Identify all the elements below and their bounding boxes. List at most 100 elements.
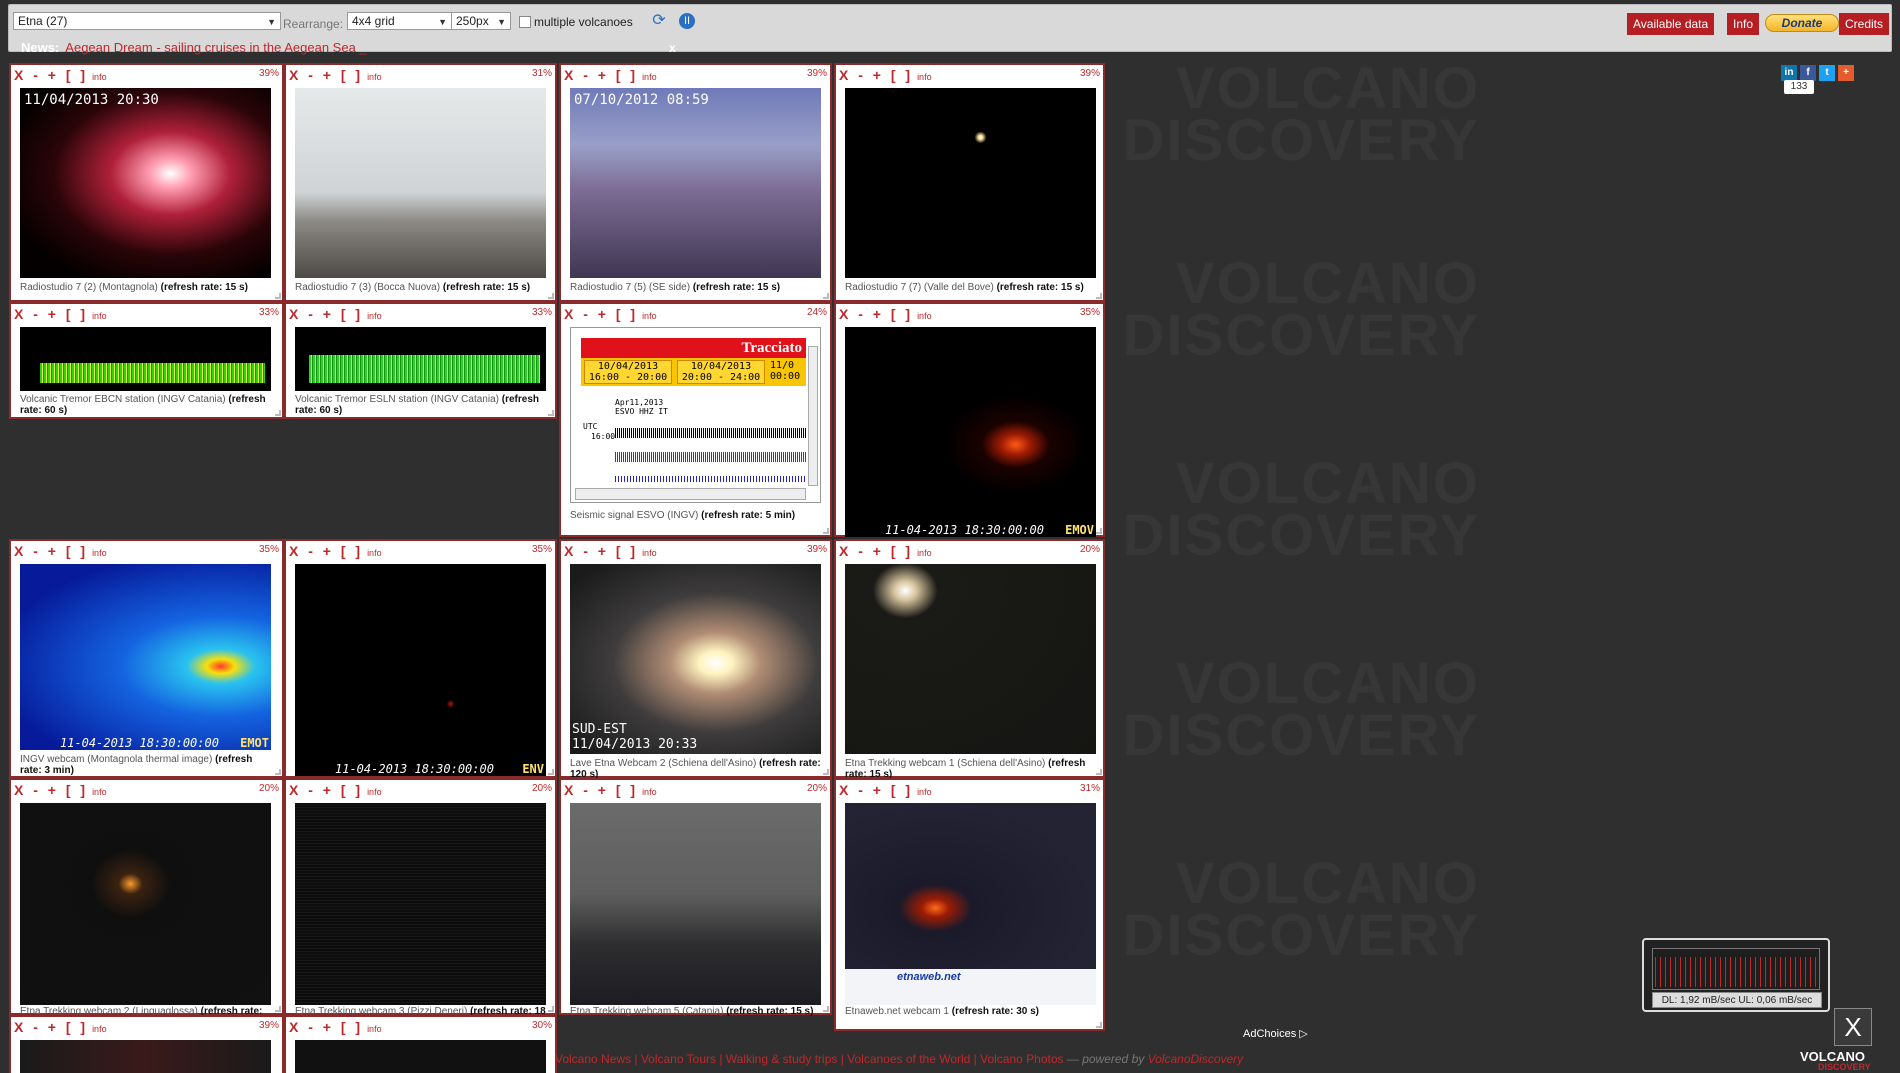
tremor-chart[interactable] <box>295 327 546 391</box>
webcam-image[interactable]: 11/04/2013 20:30 <box>20 88 271 278</box>
panel-controls[interactable]: X - + [ ] info <box>564 67 657 83</box>
panel-control-buttons[interactable]: X - + [ ] <box>289 543 363 559</box>
size-select[interactable]: 250px ▼ <box>451 12 511 30</box>
tremor-chart[interactable] <box>20 327 271 391</box>
webcam-image[interactable] <box>845 88 1096 278</box>
resize-handle[interactable] <box>1096 769 1102 775</box>
panel-control-buttons[interactable]: X - + [ ] <box>289 782 363 798</box>
panel-control-buttons[interactable]: X - + [ ] <box>289 306 363 322</box>
resize-handle[interactable] <box>275 293 281 299</box>
adchoices-link[interactable]: AdChoices ▷ <box>1243 1027 1308 1040</box>
linkedin-icon[interactable]: in <box>1781 65 1797 81</box>
twitter-icon[interactable]: t <box>1819 65 1835 81</box>
volcano-select[interactable]: Etna (27) ▼ <box>13 12 281 30</box>
panel-info-link[interactable]: info <box>642 72 657 82</box>
refresh-icon[interactable]: ⟳ <box>651 13 667 29</box>
facebook-icon[interactable]: f <box>1800 65 1816 81</box>
footer-brand-link[interactable]: VolcanoDiscovery <box>1148 1052 1244 1066</box>
panel-controls[interactable]: X - + [ ] info <box>564 306 657 322</box>
date-cell[interactable]: 10/04/2013 20:00 - 24:00 <box>677 360 765 384</box>
panel-info-link[interactable]: info <box>642 548 657 558</box>
webcam-image[interactable] <box>295 88 546 278</box>
horizontal-scrollbar[interactable] <box>575 488 806 500</box>
panel-control-buttons[interactable]: X - + [ ] <box>14 306 88 322</box>
panel-controls[interactable]: X - + [ ] info <box>289 543 382 559</box>
available-data-button[interactable]: Available data <box>1627 13 1715 35</box>
webcam-image[interactable] <box>20 1040 271 1073</box>
seismic-frame[interactable]: Tracciato 10/04/2013 16:00 - 20:00 10/04/… <box>570 327 821 503</box>
resize-handle[interactable] <box>823 293 829 299</box>
webcam-image[interactable]: etnaweb.net <box>845 803 1096 1005</box>
panel-info-link[interactable]: info <box>92 311 107 321</box>
resize-handle[interactable] <box>823 1006 829 1012</box>
panel-info-link[interactable]: info <box>92 72 107 82</box>
info-button[interactable]: Info <box>1727 13 1760 35</box>
thermal-image[interactable]: 11-04-2013 18:30:00:00 EMOT <box>20 564 271 750</box>
date-cell[interactable]: 10/04/2013 16:00 - 20:00 <box>584 360 672 384</box>
panel-info-link[interactable]: info <box>92 787 107 797</box>
panel-control-buttons[interactable]: X - + [ ] <box>564 306 638 322</box>
resize-handle[interactable] <box>548 293 554 299</box>
panel-info-link[interactable]: info <box>642 311 657 321</box>
panel-controls[interactable]: X - + [ ] info <box>14 67 107 83</box>
resize-handle[interactable] <box>823 528 829 534</box>
webcam-image[interactable] <box>570 803 821 1005</box>
resize-handle[interactable] <box>823 769 829 775</box>
resize-handle[interactable] <box>1096 1022 1102 1028</box>
credits-button[interactable]: Credits <box>1839 13 1890 35</box>
multiple-volcanoes-checkbox[interactable]: multiple volcanoes <box>519 15 633 29</box>
webcam-image[interactable] <box>295 1040 546 1073</box>
panel-control-buttons[interactable]: X - + [ ] <box>14 543 88 559</box>
resize-handle[interactable] <box>1096 293 1102 299</box>
footer-nav-links[interactable]: Volcano News | Volcano Tours | Walking &… <box>555 1052 1064 1066</box>
panel-controls[interactable]: X - + [ ] info <box>14 543 107 559</box>
panel-control-buttons[interactable]: X - + [ ] <box>289 67 363 83</box>
resize-handle[interactable] <box>1096 528 1102 534</box>
panel-controls[interactable]: X - + [ ] info <box>14 1019 107 1035</box>
panel-control-buttons[interactable]: X - + [ ] <box>564 543 638 559</box>
close-button[interactable]: X <box>1834 1008 1872 1046</box>
panel-info-link[interactable]: info <box>642 787 657 797</box>
webcam-image[interactable] <box>20 803 271 1005</box>
panel-info-link[interactable]: info <box>367 72 382 82</box>
resize-handle[interactable] <box>275 1006 281 1012</box>
date-cell[interactable]: 11/0 00:00 <box>770 360 800 382</box>
panel-control-buttons[interactable]: X - + [ ] <box>14 1019 88 1035</box>
resize-handle[interactable] <box>275 769 281 775</box>
panel-control-buttons[interactable]: X - + [ ] <box>839 67 913 83</box>
webcam-image[interactable]: SUD-EST 11/04/2013 20:33 <box>570 564 821 754</box>
panel-info-link[interactable]: info <box>367 311 382 321</box>
panel-controls[interactable]: X - + [ ] info <box>14 782 107 798</box>
panel-controls[interactable]: X - + [ ] info <box>289 1019 382 1035</box>
panel-controls[interactable]: X - + [ ] info <box>564 782 657 798</box>
vertical-scrollbar[interactable] <box>808 346 818 486</box>
panel-info-link[interactable]: info <box>367 548 382 558</box>
panel-info-link[interactable]: info <box>917 548 932 558</box>
panel-controls[interactable]: X - + [ ] info <box>839 782 932 798</box>
panel-info-link[interactable]: info <box>917 787 932 797</box>
grid-select[interactable]: 4x4 grid ▼ <box>347 12 452 30</box>
panel-control-buttons[interactable]: X - + [ ] <box>564 67 638 83</box>
pause-icon[interactable]: II <box>679 13 695 29</box>
resize-handle[interactable] <box>275 410 281 416</box>
webcam-image[interactable]: 07/10/2012 08:59 <box>570 88 821 278</box>
panel-control-buttons[interactable]: X - + [ ] <box>839 782 913 798</box>
resize-handle[interactable] <box>548 1006 554 1012</box>
panel-info-link[interactable]: info <box>917 311 932 321</box>
resize-handle[interactable] <box>548 410 554 416</box>
panel-controls[interactable]: X - + [ ] info <box>839 543 932 559</box>
panel-info-link[interactable]: info <box>367 787 382 797</box>
news-link[interactable]: Aegean Dream - sailing cruises in the Ae… <box>65 40 366 55</box>
news-close-button[interactable]: x <box>669 41 676 55</box>
panel-control-buttons[interactable]: X - + [ ] <box>289 1019 363 1035</box>
panel-controls[interactable]: X - + [ ] info <box>839 306 932 322</box>
resize-handle[interactable] <box>548 769 554 775</box>
panel-control-buttons[interactable]: X - + [ ] <box>839 543 913 559</box>
panel-info-link[interactable]: info <box>917 72 932 82</box>
panel-control-buttons[interactable]: X - + [ ] <box>14 67 88 83</box>
site-logo[interactable]: VOLCANO DISCOVERY <box>1800 1049 1871 1072</box>
webcam-image[interactable] <box>295 803 546 1005</box>
donate-button[interactable]: Donate <box>1765 14 1839 32</box>
addthis-icon[interactable]: + <box>1838 65 1854 81</box>
webcam-image[interactable] <box>845 564 1096 754</box>
